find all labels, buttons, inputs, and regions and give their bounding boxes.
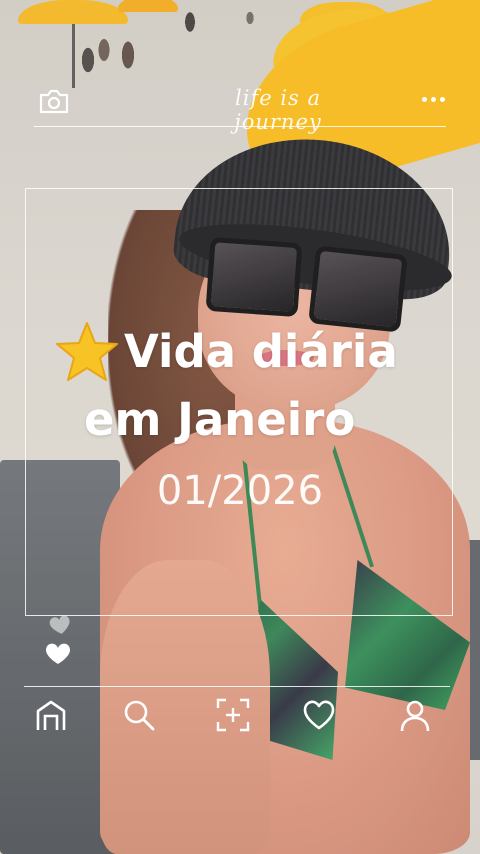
divider [24, 686, 450, 687]
more-icon[interactable] [420, 92, 448, 106]
star-icon [56, 322, 118, 381]
profile-icon[interactable] [398, 698, 432, 732]
title-line-2: em Janeiro [84, 393, 356, 446]
camera-icon[interactable] [38, 88, 70, 114]
hearts-icon[interactable] [40, 610, 80, 670]
divider [34, 126, 446, 127]
title-line-1: Vida diária [124, 325, 398, 378]
heart-icon[interactable] [302, 698, 336, 732]
top-bar: life is a journey [38, 84, 448, 134]
date-label: 01/2026 [156, 468, 324, 514]
home-icon[interactable] [34, 698, 68, 732]
add-icon[interactable] [216, 698, 250, 732]
search-icon[interactable] [122, 698, 156, 732]
bottom-nav [0, 696, 480, 740]
